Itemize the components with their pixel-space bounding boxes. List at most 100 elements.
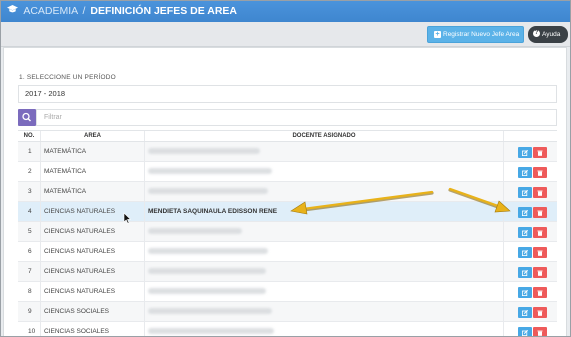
main-panel: 1. SELECCIONE UN PERÍODO 2017 - 2018 Fil…: [3, 47, 567, 337]
redacted-docente-name: [148, 168, 272, 175]
table-row: 10 CIENCIAS SOCIALES: [18, 322, 557, 337]
edit-button[interactable]: [518, 187, 532, 198]
table-row: 9 CIENCIAS SOCIALES: [18, 302, 557, 322]
row-docente: [145, 242, 504, 261]
table-row: 6 CIENCIAS NATURALES: [18, 242, 557, 262]
delete-button[interactable]: [533, 227, 547, 238]
question-circle-icon: ?: [533, 29, 540, 37]
table-row: 1 MATEMÁTICA: [18, 142, 557, 162]
edit-button[interactable]: [518, 327, 532, 337]
jefes-area-table: NO. AREA DOCENTE ASIGNADO 1 MATEMÁTICA 2 MA…: [18, 130, 557, 337]
row-actions: [504, 302, 557, 321]
trash-icon: [537, 150, 543, 156]
app-header: ACADEMIA / DEFINICIÓN JEFES DE AREA: [0, 0, 571, 22]
delete-button[interactable]: [533, 307, 547, 318]
delete-button[interactable]: [533, 247, 547, 258]
help-button[interactable]: ? Ayuda: [528, 26, 568, 43]
edit-button[interactable]: [518, 207, 532, 218]
filter-input[interactable]: Filtrar: [36, 109, 557, 126]
trash-icon: [537, 270, 543, 276]
row-docente: [145, 322, 504, 337]
row-actions: [504, 242, 557, 261]
row-area: CIENCIAS NATURALES: [41, 282, 145, 301]
toolbar: + Registrar Nuevo Jefe Area ? Ayuda: [0, 22, 571, 47]
row-docente: [145, 222, 504, 241]
redacted-docente-name: [148, 268, 266, 275]
delete-button[interactable]: [533, 147, 547, 158]
row-number: 1: [18, 142, 41, 161]
edit-icon: [522, 329, 528, 336]
trash-icon: [537, 250, 543, 256]
trash-icon: [537, 330, 543, 336]
edit-button[interactable]: [518, 267, 532, 278]
trash-icon: [537, 310, 543, 316]
row-area: CIENCIAS NATURALES: [41, 262, 145, 281]
edit-button[interactable]: [518, 167, 532, 178]
table-row: 8 CIENCIAS NATURALES: [18, 282, 557, 302]
row-actions: [504, 222, 557, 241]
row-number: 6: [18, 242, 41, 261]
edit-icon: [522, 289, 528, 296]
row-actions: [504, 162, 557, 181]
redacted-docente-name: [148, 148, 260, 155]
header-docente: DOCENTE ASIGNADO: [145, 131, 504, 141]
row-docente: [145, 162, 504, 181]
row-number: 9: [18, 302, 41, 321]
table-row: 2 MATEMÁTICA: [18, 162, 557, 182]
breadcrumb[interactable]: ACADEMIA: [23, 5, 77, 17]
period-select[interactable]: 2017 - 2018: [18, 85, 557, 103]
edit-icon: [522, 149, 528, 156]
header-area: AREA: [41, 131, 145, 141]
row-area: MATEMÁTICA: [41, 162, 145, 181]
row-docente: [145, 282, 504, 301]
edit-icon: [522, 249, 528, 256]
row-number: 4: [18, 202, 41, 221]
edit-button[interactable]: [518, 287, 532, 298]
delete-button[interactable]: [533, 287, 547, 298]
row-docente: [145, 142, 504, 161]
search-button[interactable]: [18, 109, 36, 126]
redacted-docente-name: [148, 308, 272, 315]
trash-icon: [537, 290, 543, 296]
redacted-docente-name: [148, 328, 274, 335]
table-row: 5 CIENCIAS NATURALES: [18, 222, 557, 242]
delete-button[interactable]: [533, 267, 547, 278]
edit-button[interactable]: [518, 227, 532, 238]
row-number: 7: [18, 262, 41, 281]
delete-button[interactable]: [533, 167, 547, 178]
table-row: 7 CIENCIAS NATURALES: [18, 262, 557, 282]
table-row: 4 CIENCIAS NATURALES MENDIETA SAQUINAULA E…: [18, 202, 557, 222]
trash-icon: [537, 170, 543, 176]
row-number: 3: [18, 182, 41, 201]
help-button-label: Ayuda: [542, 31, 561, 38]
table-body: 1 MATEMÁTICA 2 MATEMÁTICA 3 MATEMÁTICA 4 CIENCI…: [18, 142, 557, 337]
trash-icon: [537, 230, 543, 236]
row-number: 10: [18, 322, 41, 337]
edit-icon: [522, 269, 528, 276]
edit-button[interactable]: [518, 147, 532, 158]
trash-icon: [537, 210, 543, 216]
delete-button[interactable]: [533, 327, 547, 337]
delete-button[interactable]: [533, 187, 547, 198]
edit-icon: [522, 209, 528, 216]
redacted-docente-name: [148, 188, 268, 195]
redacted-docente-name: [148, 288, 266, 295]
row-docente: [145, 262, 504, 281]
row-area: MATEMÁTICA: [41, 142, 145, 161]
edit-button[interactable]: [518, 247, 532, 258]
register-button-label: Registrar Nuevo Jefe Area: [443, 31, 520, 38]
edit-icon: [522, 189, 528, 196]
row-docente: [145, 302, 504, 321]
page-title: DEFINICIÓN JEFES DE AREA: [90, 5, 238, 17]
delete-button[interactable]: [533, 207, 547, 218]
row-area: CIENCIAS NATURALES: [41, 202, 145, 221]
row-number: 8: [18, 282, 41, 301]
row-docente: [145, 182, 504, 201]
register-jefe-area-button[interactable]: + Registrar Nuevo Jefe Area: [427, 26, 524, 43]
redacted-docente-name: [148, 248, 268, 255]
row-number: 2: [18, 162, 41, 181]
row-docente: MENDIETA SAQUINAULA EDISSON RENE: [145, 202, 504, 221]
row-area: MATEMÁTICA: [41, 182, 145, 201]
edit-button[interactable]: [518, 307, 532, 318]
row-actions: [504, 282, 557, 301]
